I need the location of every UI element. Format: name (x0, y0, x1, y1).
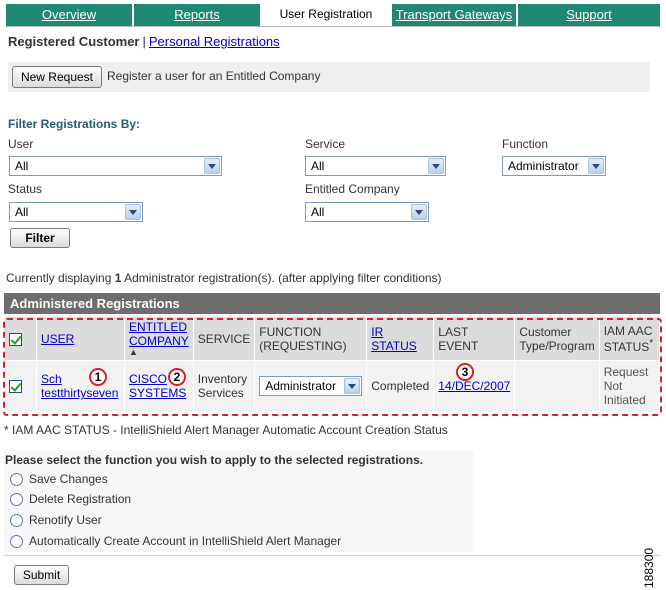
callout-2: 2 (168, 368, 186, 386)
header-iam-status-text: IAM AAC STATUS (603, 323, 653, 354)
header-function: FUNCTION (REQUESTING) (254, 315, 368, 362)
radio-button[interactable] (10, 473, 23, 487)
chevron-down-icon (428, 158, 444, 174)
user-filter-select[interactable]: All (9, 156, 222, 176)
option-label: Save Changes (29, 472, 108, 486)
new-request-description: Register a user for an Entitled Company (107, 69, 321, 83)
tab-support[interactable]: Support (518, 4, 660, 26)
callout-3: 3 (456, 363, 474, 381)
status-filter-label: Status (8, 182, 43, 196)
option-label: Renotify User (29, 513, 102, 527)
cell-last-event: 14/DEC/2007 (433, 360, 516, 412)
results-summary: Currently displaying 1 Administrator reg… (6, 271, 442, 285)
user-filter-label: User (8, 137, 34, 151)
service-filter-select[interactable]: All (305, 156, 446, 176)
filter-button[interactable]: Filter (10, 228, 70, 248)
radio-button[interactable] (10, 514, 23, 528)
chevron-down-icon (344, 378, 361, 395)
option-label: Delete Registration (29, 492, 132, 506)
chevron-down-icon (125, 204, 141, 220)
results-summary-prefix: Currently displaying (6, 271, 115, 285)
header-ir-status[interactable]: IR STATUS (366, 315, 435, 362)
option-renotify-user[interactable]: Renotify User (10, 513, 102, 528)
option-label: Automatically Create Account in IntelliS… (29, 534, 342, 548)
option-save-changes[interactable]: Save Changes (10, 472, 108, 487)
submit-divider (4, 555, 660, 556)
filter-title: Filter Registrations By: (8, 117, 141, 131)
header-service: SERVICE (192, 315, 256, 362)
subnav-separator: | (142, 34, 146, 49)
subnav-personal-registrations-link[interactable]: Personal Registrations (149, 34, 280, 49)
user-filter-value: All (15, 159, 29, 173)
registrations-table: USER ENTITLED COMPANY ▲ SERVICE FUNCTION… (4, 315, 661, 414)
cell-iam-status: Request Not Initiated (598, 360, 661, 412)
radio-button[interactable] (10, 493, 23, 507)
cell-customer-type (514, 360, 600, 412)
tab-reports[interactable]: Reports (134, 4, 262, 26)
service-filter-label: Service (305, 137, 346, 151)
tab-overview[interactable]: Overview (6, 4, 134, 26)
function-filter-value: Administrator (508, 159, 579, 173)
function-filter-select[interactable]: Administrator (502, 156, 606, 176)
results-summary-suffix: Administrator registration(s). (after ap… (121, 271, 442, 285)
sort-ascending-icon: ▲ (129, 347, 138, 358)
last-event-link[interactable]: 14/DEC/2007 (438, 379, 510, 393)
function-filter-label: Function (502, 137, 549, 151)
header-entitled-company[interactable]: ENTITLED COMPANY ▲ (124, 315, 194, 362)
cell-ir-status: Completed (366, 360, 435, 412)
tab-user-registration[interactable]: User Registration (262, 4, 392, 26)
main-tab-bar: Overview Reports User Registration Trans… (6, 4, 660, 26)
function-title: Please select the function you wish to a… (5, 453, 424, 467)
row-function-value: Administrator (265, 379, 336, 394)
status-filter-value: All (15, 205, 29, 219)
chevron-down-icon (204, 158, 220, 174)
header-select-all (4, 315, 37, 362)
section-title: Administered Registrations (4, 293, 660, 314)
submit-button[interactable]: Submit (14, 565, 69, 585)
option-delete-registration[interactable]: Delete Registration (10, 492, 132, 507)
header-iam-status: IAM AAC STATUS* (598, 315, 661, 362)
cell-service: Inventory Services (192, 360, 256, 412)
option-auto-create-account[interactable]: Automatically Create Account in IntelliS… (10, 534, 342, 549)
table-header-row: USER ENTITLED COMPANY ▲ SERVICE FUNCTION… (4, 315, 661, 362)
row-select-checkbox[interactable] (9, 380, 22, 394)
iam-footnote: * IAM AAC STATUS - IntelliShield Alert M… (4, 423, 448, 437)
sort-company-link[interactable]: ENTITLED COMPANY (129, 320, 189, 348)
entitled-company-filter-select[interactable]: All (305, 202, 429, 222)
cell-company: CISCO SYSTEMS (124, 360, 194, 412)
select-all-checkbox[interactable] (9, 332, 22, 346)
status-filter-select[interactable]: All (9, 202, 143, 222)
new-request-panel (8, 62, 650, 92)
sort-ir-status-link[interactable]: IR STATUS (371, 325, 417, 353)
figure-number: 188300 (642, 547, 656, 588)
entitled-company-filter-label: Entitled Company (305, 182, 400, 196)
service-filter-value: All (311, 159, 325, 173)
sort-user-link[interactable]: USER (41, 332, 74, 346)
footnote-mark: * (649, 337, 654, 349)
header-last-event: LAST EVENT (433, 315, 516, 362)
cell-function: Administrator (254, 360, 368, 412)
callout-1: 1 (89, 368, 107, 386)
header-customer-type: Customer Type/Program (514, 315, 600, 362)
radio-button[interactable] (10, 535, 23, 549)
sub-navigation: Registered Customer | Personal Registratio… (8, 34, 280, 49)
entitled-company-filter-value: All (311, 205, 325, 219)
row-function-select[interactable]: Administrator (259, 376, 363, 397)
chevron-down-icon (588, 158, 604, 174)
row-select-cell (4, 360, 37, 412)
new-request-button[interactable]: New Request (12, 66, 102, 88)
subnav-registered-customer: Registered Customer (8, 34, 140, 49)
tab-transport-gateways[interactable]: Transport Gateways (392, 4, 518, 26)
cell-user: Sch testthirtyseven (36, 360, 125, 412)
header-user[interactable]: USER (36, 315, 125, 362)
tab-divider (6, 26, 660, 27)
chevron-down-icon (411, 204, 427, 220)
